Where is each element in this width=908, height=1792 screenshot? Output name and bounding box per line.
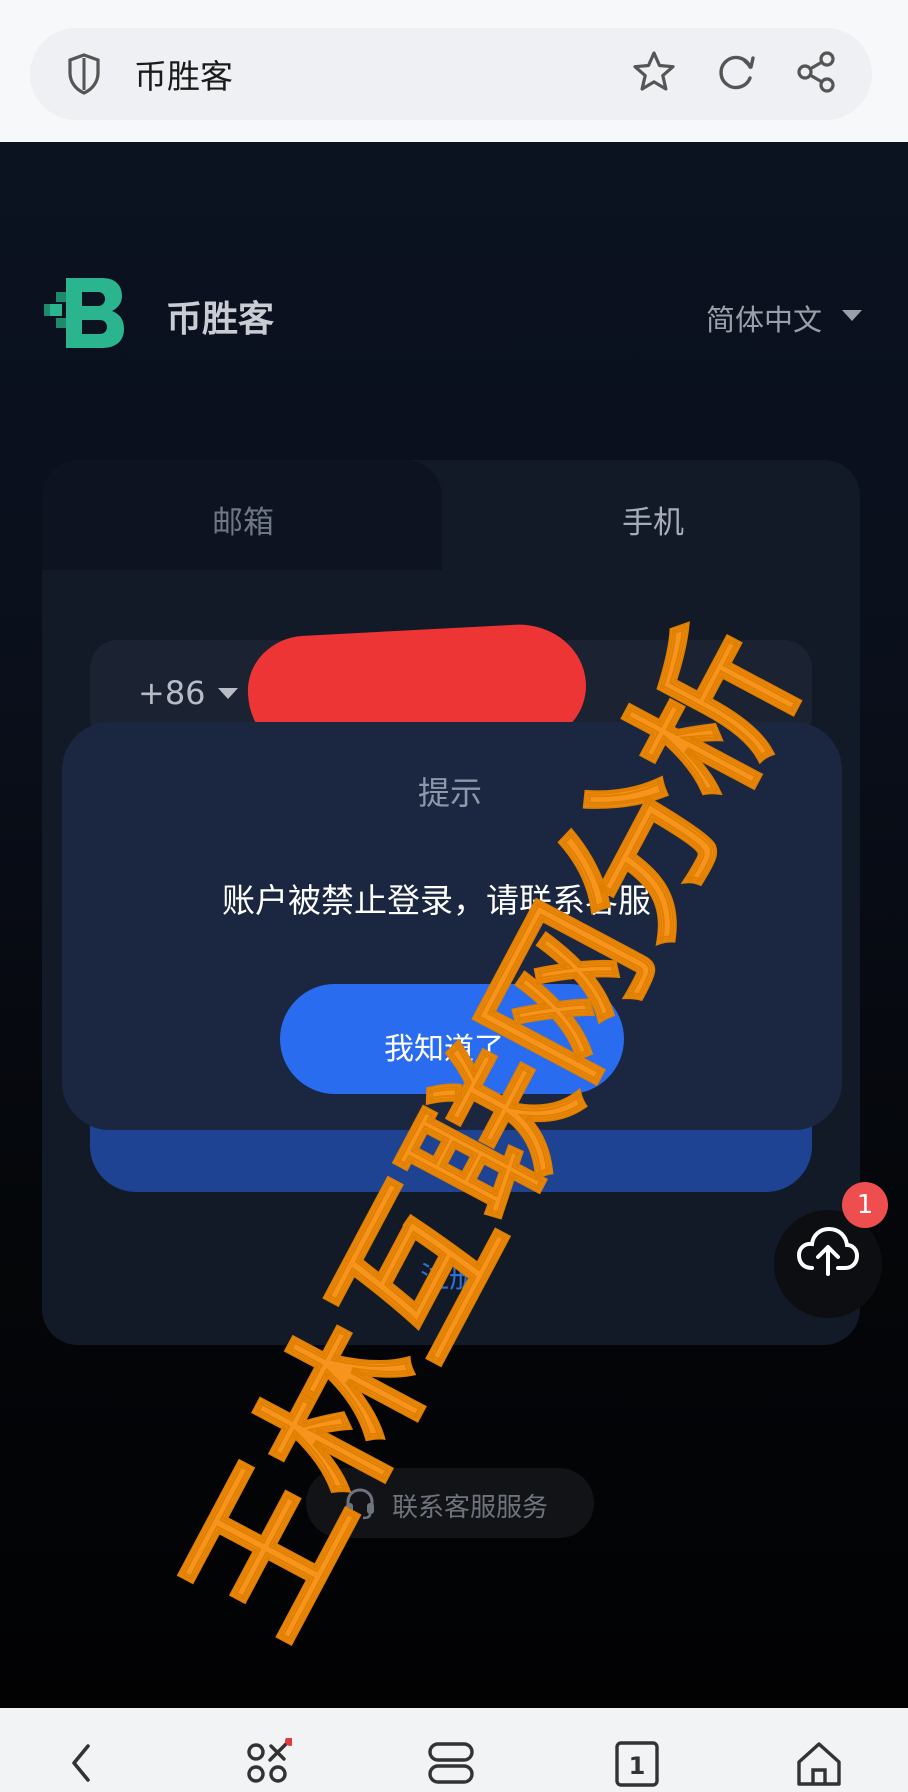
page-title: 币胜客 (134, 57, 233, 96)
register-link[interactable]: 注册 (420, 1254, 478, 1296)
tab-phone-label[interactable]: 手机 (622, 497, 684, 542)
dialog-title: 提示 (418, 774, 483, 812)
shield-icon[interactable] (66, 52, 102, 96)
notification-badge: 1 (842, 1182, 888, 1228)
tab-email-label[interactable]: 邮箱 (212, 497, 274, 542)
support-label[interactable]: 联系客服服务 (392, 1487, 548, 1524)
dialog-message: 账户被禁止登录，请联系客服 (222, 881, 651, 920)
tab-count-icon[interactable]: 1 (612, 1738, 662, 1788)
home-icon[interactable] (794, 1738, 844, 1788)
site-name: 币胜客 (166, 299, 275, 340)
cloud-upload-icon[interactable] (796, 1224, 860, 1278)
back-icon[interactable] (58, 1738, 108, 1788)
chevron-down-icon[interactable] (218, 688, 238, 699)
chevron-down-icon[interactable] (842, 310, 862, 321)
star-icon[interactable] (630, 48, 678, 96)
reload-icon[interactable] (712, 48, 760, 96)
dialog-confirm-label[interactable]: 我知道了 (384, 1024, 504, 1068)
tabs-icon[interactable] (426, 1738, 476, 1788)
country-code-selector[interactable]: +86 (138, 674, 206, 712)
language-selector[interactable]: 简体中文 (706, 297, 822, 339)
brand-logo (44, 278, 124, 348)
share-icon[interactable] (792, 48, 840, 96)
tab-count: 1 (629, 1752, 646, 1780)
apps-icon[interactable] (242, 1738, 292, 1788)
headset-icon[interactable] (342, 1485, 378, 1521)
